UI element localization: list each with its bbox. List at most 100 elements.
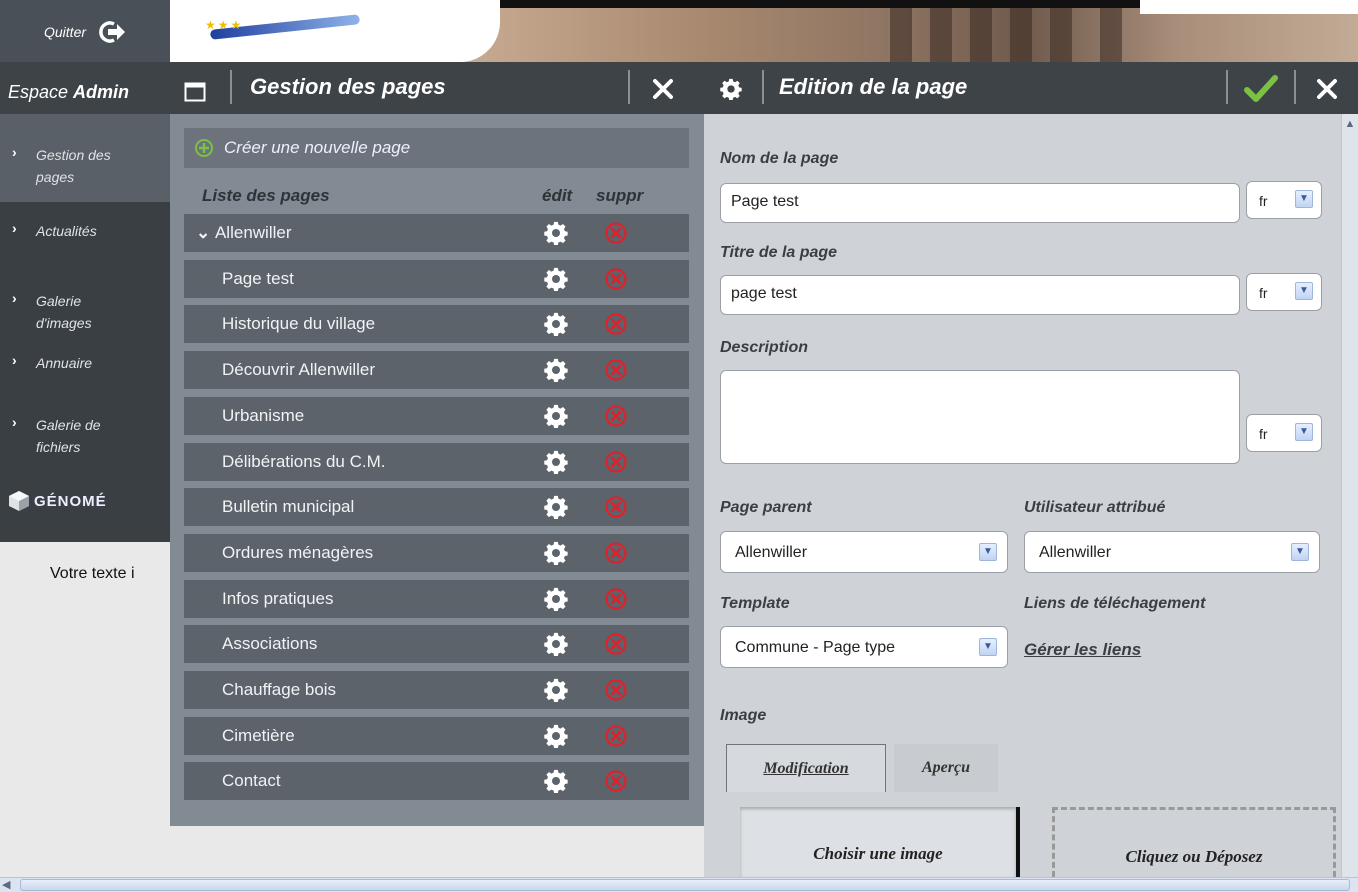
delete-icon[interactable] (604, 404, 628, 428)
page-name-input[interactable]: Page test (720, 183, 1240, 223)
sidebar-item-line: Gestion des (36, 147, 111, 163)
logo-stars-icon: ★★★ (205, 18, 244, 32)
sidebar-item[interactable]: › Annuaire (0, 334, 170, 384)
image-drop-zone[interactable]: Cliquez ou Déposez (1052, 807, 1336, 877)
admin-sidebar: › Gestion des pages › Actualités › Galerie d'im… (0, 114, 170, 542)
sidebar-item[interactable]: › Galerie de fichiers (0, 384, 170, 464)
page-row[interactable]: ⌄ Allenwiller (184, 214, 689, 252)
choose-image-button[interactable]: Choisir une image (740, 807, 1020, 877)
delete-icon[interactable] (604, 267, 628, 291)
tab-preview[interactable]: Aperçu (894, 744, 998, 792)
header-separator (1226, 70, 1228, 104)
page-row[interactable]: Contact (184, 762, 689, 801)
gear-icon[interactable] (544, 404, 568, 429)
page-row-label: Infos pratiques (222, 589, 334, 609)
gear-icon[interactable] (544, 724, 568, 748)
header-separator (1294, 70, 1296, 104)
gear-icon[interactable] (544, 221, 568, 246)
page-row[interactable]: Cimetière (184, 716, 689, 755)
lang-value: fr (1259, 426, 1268, 442)
header-separator (230, 70, 232, 104)
scroll-up-icon[interactable]: ▲ (1342, 116, 1358, 132)
page-list-header: Liste des pages édit suppr (184, 186, 689, 210)
delete-icon[interactable] (604, 495, 628, 519)
cube-icon (9, 491, 29, 511)
create-page-button[interactable]: Créer une nouvelle page (184, 128, 689, 168)
page-name: Découvrir Allenwiller (222, 360, 376, 380)
page-row-label: Délibérations du C.M. (222, 452, 385, 472)
gear-icon[interactable] (544, 358, 568, 383)
page-name-label: Nom de la page (720, 150, 839, 167)
page-row-label: Bulletin municipal (222, 497, 354, 517)
checkmark-icon[interactable] (1244, 74, 1278, 104)
page-row[interactable]: Associations (184, 625, 689, 664)
image-label: Image (720, 707, 767, 724)
delete-icon[interactable] (604, 221, 628, 245)
banner-corner (1140, 0, 1358, 14)
scroll-left-icon[interactable]: ◀ (2, 878, 16, 892)
description-lang-select[interactable]: fr ▼ (1246, 414, 1322, 452)
page-row[interactable]: Urbanisme (184, 396, 689, 435)
page-row[interactable]: Ordures ménagères (184, 533, 689, 572)
parent-page-select[interactable]: Allenwiller ▼ (720, 531, 1008, 573)
admin-title-prefix: Espace (8, 82, 74, 102)
gear-icon[interactable] (544, 678, 568, 703)
gear-icon[interactable] (544, 587, 568, 611)
lang-value: fr (1259, 285, 1268, 301)
gear-icon[interactable] (544, 450, 568, 474)
sidebar-item-line: pages (36, 169, 75, 185)
page-row[interactable]: Infos pratiques (184, 579, 689, 618)
delete-icon[interactable] (604, 312, 628, 336)
tab-modification[interactable]: Modification (726, 744, 886, 792)
gear-icon[interactable] (544, 541, 568, 566)
vertical-scrollbar[interactable]: ▲ (1341, 114, 1358, 877)
gear-icon[interactable] (544, 267, 568, 291)
photo-beam (890, 0, 912, 62)
scrollbar-thumb[interactable] (20, 879, 1350, 891)
gear-icon[interactable] (544, 769, 568, 794)
chevron-down-icon: ▼ (1295, 190, 1313, 208)
page-row[interactable]: Chauffage bois (184, 671, 689, 709)
create-page-label: Créer une nouvelle page (224, 138, 411, 157)
description-textarea[interactable] (720, 370, 1240, 464)
delete-icon[interactable] (604, 541, 628, 565)
quit-button[interactable]: Quitter (44, 20, 126, 44)
page-row[interactable]: Délibérations du C.M. (184, 442, 689, 481)
admin-title-bold: Admin (73, 82, 130, 102)
page-name: Infos pratiques (222, 588, 334, 608)
assigned-user-select[interactable]: Allenwiller ▼ (1024, 531, 1320, 573)
page-name: Urbanisme (222, 405, 305, 425)
quit-label: Quitter (44, 24, 87, 40)
delete-icon[interactable] (604, 632, 628, 656)
delete-icon[interactable] (604, 769, 628, 793)
delete-icon[interactable] (604, 587, 628, 611)
delete-icon[interactable] (604, 358, 628, 382)
header-separator (628, 70, 630, 104)
horizontal-scrollbar[interactable]: ◀ (0, 877, 1358, 892)
delete-icon[interactable] (604, 678, 628, 702)
page-row[interactable]: Historique du village (184, 305, 689, 344)
page-row[interactable]: Page test (184, 259, 689, 298)
gear-icon[interactable] (544, 495, 568, 520)
delete-icon[interactable] (604, 450, 628, 474)
gear-icon[interactable] (544, 632, 568, 657)
template-select[interactable]: Commune - Page type ▼ (720, 626, 1008, 668)
gear-icon[interactable] (544, 312, 568, 337)
page-title-input[interactable]: page test (720, 275, 1240, 315)
parent-page-label: Page parent (720, 499, 812, 516)
page-row[interactable]: Bulletin municipal (184, 488, 689, 527)
sidebar-item[interactable]: › Actualités (0, 202, 170, 260)
page-name-lang-select[interactable]: fr ▼ (1246, 181, 1322, 219)
sidebar-item-line: Actualités (36, 223, 97, 239)
page-row[interactable]: Découvrir Allenwiller (184, 351, 689, 390)
delete-icon[interactable] (604, 724, 628, 748)
assigned-user-label: Utilisateur attribué (1024, 499, 1166, 516)
page-edit-panel: Edition de la page Nom de la page Page t… (704, 62, 1358, 877)
manage-links-link[interactable]: Gérer les liens (1024, 640, 1141, 660)
close-icon[interactable] (1312, 74, 1342, 104)
page-title-lang-select[interactable]: fr ▼ (1246, 273, 1322, 311)
sidebar-item[interactable]: › Gestion des pages (0, 114, 170, 202)
close-icon[interactable] (648, 74, 678, 104)
genome-logo: GÉNOMÉ (8, 490, 107, 512)
sidebar-item[interactable]: › Galerie d'images (0, 260, 170, 334)
